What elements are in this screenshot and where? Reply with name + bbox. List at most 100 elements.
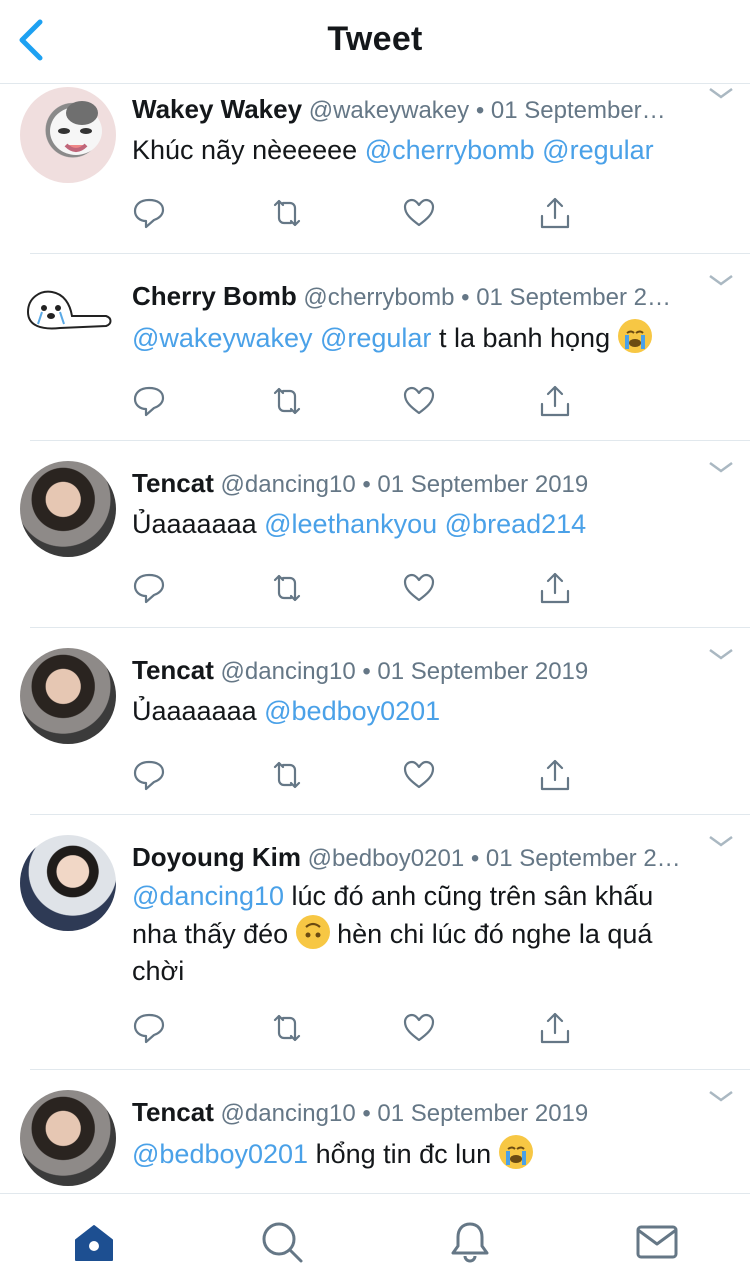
share-button[interactable] [538,384,572,418]
crying-face-emoji [498,1135,533,1169]
search-icon [262,1222,303,1263]
avatar[interactable] [20,461,116,557]
tweet-header: Tencat @dancing10 • 01 September 2019 [132,468,700,499]
reply-button[interactable] [132,196,166,230]
heart-icon [403,1013,435,1042]
reply-icon [133,573,165,604]
handle-and-date: @dancing10 • 01 September 2019 [220,471,589,498]
like-button[interactable] [402,384,436,418]
heart-icon [403,573,435,602]
tweet-header: Cherry Bomb @cherrybomb • 01 September 2… [132,281,700,312]
chevron-down-icon[interactable] [708,647,734,661]
avatar[interactable] [20,87,116,183]
tweet-text: @dancing10 lúc đó anh cũng trên sân khấu… [132,881,654,986]
tweet-header: Tencat @dancing10 • 01 September 2019 [132,655,700,686]
mention-link[interactable]: @cherrybomb @regular [365,135,654,165]
display-name[interactable]: Tencat [132,468,214,498]
tweet[interactable]: Tencat @dancing10 • 01 September 2019 Ủa… [20,441,750,628]
display-name[interactable]: Wakey Wakey [132,94,302,124]
mention-link[interactable]: @bedboy0201 [132,1139,308,1169]
chevron-down-icon[interactable] [708,86,734,100]
reply-feed[interactable]: Wakey Wakey @wakeywakey • 01 September… … [0,84,750,1193]
share-icon [540,1012,570,1044]
like-button[interactable] [402,758,436,792]
retweet-icon [273,199,301,227]
tweet[interactable]: Tencat @dancing10 • 01 September 2019 @b… [20,1070,750,1193]
upside-down-face-emoji [295,915,330,949]
handle-and-date: @bedboy0201 • 01 September 2… [307,845,681,872]
reply-button[interactable] [132,1011,166,1045]
tweet-text: @bedboy0201 hổng tin đc lun [132,1135,720,1173]
tweet-actions [132,1011,592,1047]
handle-and-date: @cherrybomb • 01 September 2… [303,284,671,311]
share-button[interactable] [538,571,572,605]
share-button[interactable] [538,196,572,230]
top-nav-bar: Tweet [0,0,750,84]
mention-link[interactable]: @wakeywakey @regular [132,323,431,353]
tab-home[interactable] [70,1218,118,1266]
tweet[interactable]: Cherry Bomb @cherrybomb • 01 September 2… [20,254,750,441]
display-name[interactable]: Tencat [132,1097,214,1127]
tweet-text: Ủaaaaaaa @leethankyou @bread214 [132,509,587,539]
share-icon [540,572,570,604]
mention-link[interactable]: @leethankyou @bread214 [264,509,586,539]
reply-button[interactable] [132,758,166,792]
tweet-text: Khúc nãy nèeeeee @cherrybomb @regular [132,135,654,165]
display-name[interactable]: Doyoung Kim [132,842,301,872]
reply-button[interactable] [132,571,166,605]
like-button[interactable] [402,196,436,230]
chevron-down-icon[interactable] [708,460,734,474]
tab-messages[interactable] [633,1218,681,1266]
tweet-header: Tencat @dancing10 • 01 September 2019 [132,1097,700,1128]
chevron-down-icon[interactable] [708,834,734,848]
share-button[interactable] [538,1011,572,1045]
retweet-button[interactable] [270,384,304,418]
chevron-down-icon[interactable] [708,273,734,287]
retweet-icon [273,1014,301,1042]
share-icon [540,197,570,229]
share-button[interactable] [538,758,572,792]
tab-search[interactable] [258,1218,306,1266]
seal-drawing-avatar-image [26,290,112,330]
tweet[interactable]: Doyoung Kim @bedboy0201 • 01 September 2… [20,815,750,1070]
bell-icon [451,1222,489,1263]
reply-icon [133,760,165,791]
reply-icon [133,198,165,229]
display-name[interactable]: Tencat [132,655,214,685]
avatar[interactable] [20,835,116,931]
tweet-header: Wakey Wakey @wakeywakey • 01 September… [132,94,700,125]
reply-icon [133,1013,165,1044]
cat-avatar-image [50,101,102,155]
tweet[interactable]: Tencat @dancing10 • 01 September 2019 Ủa… [20,628,750,815]
share-icon [540,385,570,417]
tweet-actions [132,571,592,607]
share-icon [540,759,570,791]
heart-icon [403,760,435,789]
handle-and-date: @wakeywakey • 01 September… [308,97,666,124]
handle-and-date: @dancing10 • 01 September 2019 [220,1100,589,1127]
display-name[interactable]: Cherry Bomb [132,281,297,311]
retweet-button[interactable] [270,571,304,605]
avatar[interactable] [20,648,116,744]
chevron-down-icon[interactable] [708,1089,734,1103]
like-button[interactable] [402,571,436,605]
reply-button[interactable] [132,384,166,418]
tweet-actions [132,758,592,794]
mention-link[interactable]: @dancing10 [132,881,284,911]
retweet-icon [273,387,301,415]
avatar[interactable] [20,268,116,364]
retweet-button[interactable] [270,758,304,792]
reply-icon [133,386,165,417]
mail-icon [636,1225,678,1259]
tweet[interactable]: Wakey Wakey @wakeywakey • 01 September… … [20,84,750,254]
retweet-button[interactable] [270,1011,304,1045]
like-button[interactable] [402,1011,436,1045]
crying-face-emoji [617,319,652,353]
retweet-button[interactable] [270,196,304,230]
tab-notifications[interactable] [446,1218,494,1266]
home-icon [75,1225,113,1261]
retweet-icon [273,761,301,789]
mention-link[interactable]: @bedboy0201 [264,696,440,726]
avatar[interactable] [20,1090,116,1186]
heart-icon [403,198,435,227]
